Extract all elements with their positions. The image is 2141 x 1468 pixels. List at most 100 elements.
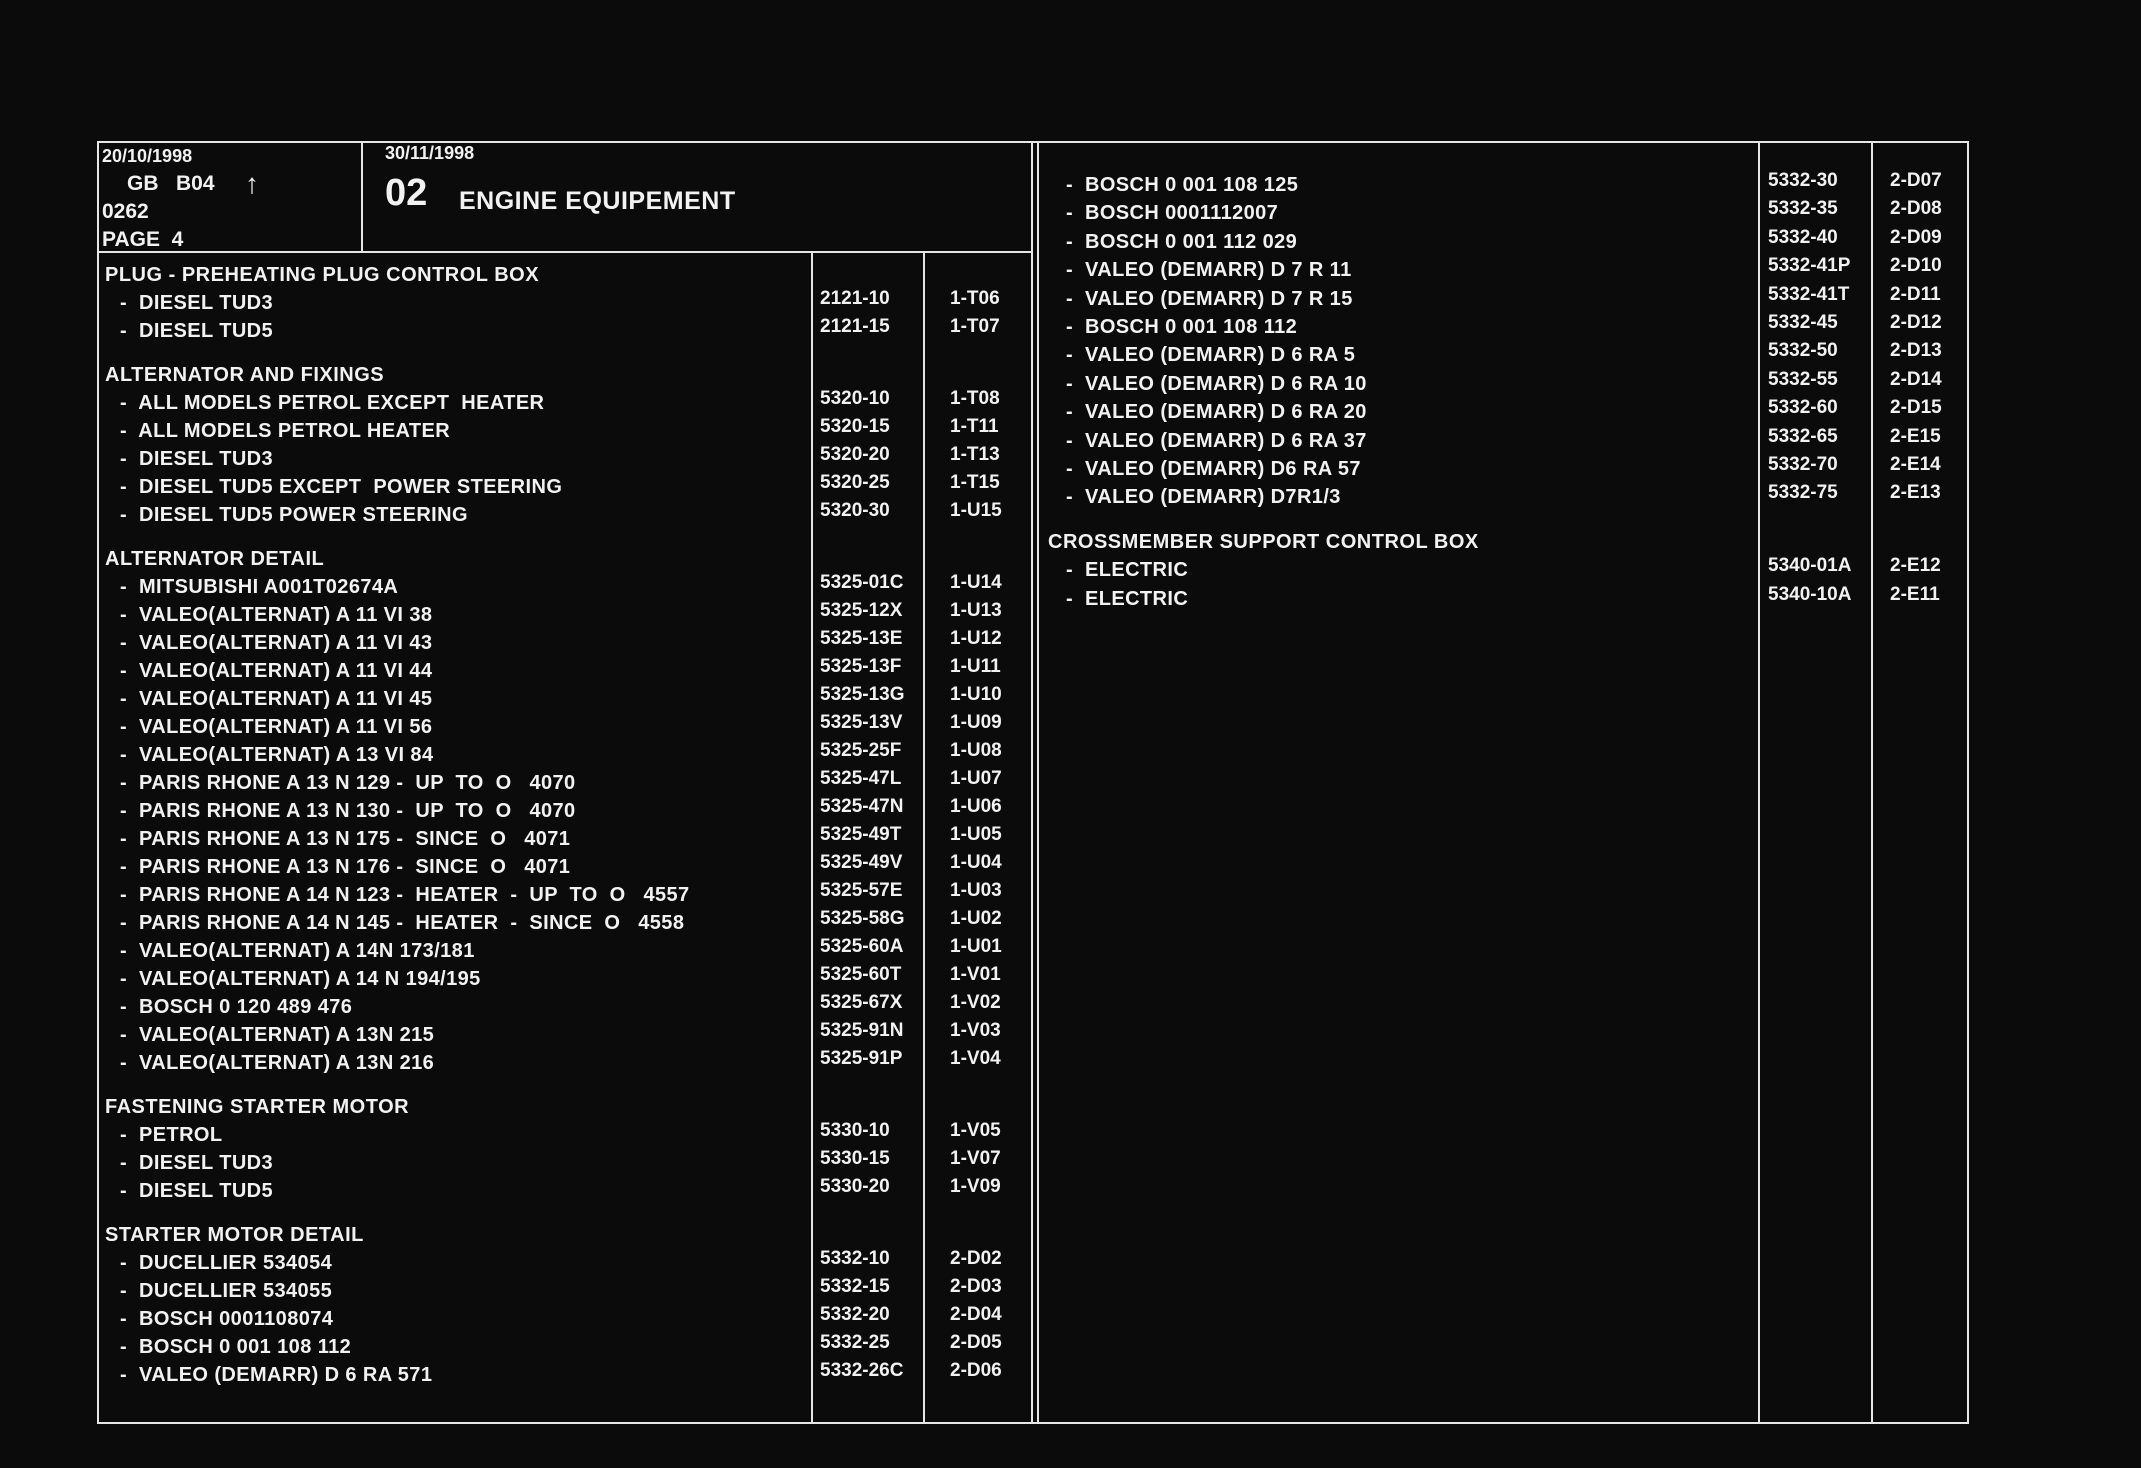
item-description: - PARIS RHONE A 13 N 175 - SINCE O 4071 xyxy=(120,828,571,850)
item-reference: 5325-13F xyxy=(820,656,902,677)
item-description: - BOSCH 0001112007 xyxy=(1066,202,1279,225)
header-page: PAGE 4 xyxy=(102,228,184,251)
item-description: - VALEO (DEMARR) D 6 RA 37 xyxy=(1066,429,1367,452)
item-description: - DIESEL TUD5 xyxy=(120,320,274,342)
header-divider xyxy=(97,251,1033,253)
item-page-code: 2-D13 xyxy=(1890,340,1942,362)
section-heading: ALTERNATOR DETAIL xyxy=(105,548,325,570)
item-description: - PARIS RHONE A 13 N 176 - SINCE O 4071 xyxy=(120,856,571,878)
item-reference: 5325-58G xyxy=(820,908,905,929)
item-description: - BOSCH 0 001 108 112 xyxy=(1066,316,1298,338)
item-page-code: 1-T06 xyxy=(950,288,1000,309)
item-page-code: 1-U05 xyxy=(950,824,1002,845)
item-page-code: 2-D11 xyxy=(1890,283,1941,305)
item-reference: 5332-41P xyxy=(1768,255,1851,277)
item-reference: 5330-20 xyxy=(820,1176,890,1197)
item-page-code: 1-U02 xyxy=(950,908,1002,929)
right-code-divider xyxy=(1871,141,1873,1424)
item-reference: 5325-49T xyxy=(820,824,902,845)
section-title: ENGINE EQUIPEMENT xyxy=(459,187,736,215)
item-reference: 5325-67X xyxy=(820,992,903,1013)
header-date-right: 30/11/1998 xyxy=(385,143,475,163)
item-page-code: 2-D07 xyxy=(1890,170,1942,191)
item-page-code: 1-U10 xyxy=(950,684,1002,705)
item-page-code: 2-D10 xyxy=(1890,255,1942,277)
item-reference: 5320-10 xyxy=(820,388,890,409)
item-page-code: 1-T08 xyxy=(950,388,1000,409)
item-description: - VALEO (DEMARR) D 6 RA 571 xyxy=(120,1364,433,1386)
item-reference: 5325-60T xyxy=(820,964,902,985)
item-description: - BOSCH 0 001 108 112 xyxy=(120,1336,352,1358)
section-heading: FASTENING STARTER MOTOR xyxy=(105,1096,410,1118)
item-description: - DUCELLIER 534055 xyxy=(120,1280,333,1302)
left-code-divider xyxy=(923,251,925,1424)
item-description: - DIESEL TUD3 xyxy=(120,448,274,470)
item-description: - BOSCH 0 001 112 029 xyxy=(1066,230,1298,253)
item-description: - VALEO(ALTERNAT) A 11 VI 56 xyxy=(120,716,433,738)
item-description: - ELECTRIC xyxy=(1066,587,1189,610)
item-page-code: 2-E12 xyxy=(1890,555,1941,577)
item-reference: 5332-25 xyxy=(820,1332,890,1353)
item-description: - BOSCH 0 001 108 125 xyxy=(1066,174,1299,196)
item-reference: 5320-15 xyxy=(820,416,890,437)
item-description: - VALEO (DEMARR) D 6 RA 5 xyxy=(1066,344,1356,367)
item-page-code: 1-U04 xyxy=(950,852,1002,873)
item-reference: 5332-40 xyxy=(1768,226,1838,248)
item-description: - PARIS RHONE A 13 N 130 - UP TO O 4070 xyxy=(120,800,576,822)
item-page-code: 1-U06 xyxy=(950,796,1002,817)
item-description: - PETROL xyxy=(120,1124,223,1146)
item-reference: 5325-47L xyxy=(820,768,902,789)
item-reference: 5325-49V xyxy=(820,852,903,873)
item-page-code: 2-D14 xyxy=(1890,368,1942,390)
item-reference: 5320-25 xyxy=(820,472,890,493)
item-page-code: 1-U03 xyxy=(950,880,1002,901)
item-reference: 5320-20 xyxy=(820,444,890,465)
item-reference: 2121-10 xyxy=(820,288,890,309)
item-reference: 5332-60 xyxy=(1768,397,1838,419)
item-reference: 5325-12X xyxy=(820,600,903,621)
item-reference: 5332-55 xyxy=(1768,368,1838,390)
header-date-left: 20/10/1998 xyxy=(102,146,193,166)
header-lang-line: GB B04 xyxy=(127,172,215,195)
item-page-code: 1-V02 xyxy=(950,992,1001,1013)
item-description: - VALEO(ALTERNAT) A 13N 216 xyxy=(120,1052,435,1074)
item-page-code: 1-T15 xyxy=(950,472,1000,493)
item-reference: 5332-65 xyxy=(1768,425,1838,447)
item-page-code: 1-T11 xyxy=(950,416,999,437)
item-page-code: 1-U09 xyxy=(950,712,1002,733)
item-reference: 5325-47N xyxy=(820,796,904,817)
item-reference: 5325-25F xyxy=(820,740,902,761)
item-page-code: 2-D09 xyxy=(1890,226,1942,248)
item-description: - VALEO (DEMARR) D 7 R 11 xyxy=(1066,259,1352,282)
item-description: - PARIS RHONE A 14 N 123 - HEATER - UP T… xyxy=(120,884,690,906)
item-description: - VALEO (DEMARR) D6 RA 57 xyxy=(1066,458,1361,480)
item-reference: 5325-57E xyxy=(820,880,903,901)
left-ref-divider xyxy=(811,251,813,1424)
item-page-code: 1-U01 xyxy=(950,936,1002,957)
item-page-code: 2-E11 xyxy=(1890,583,1940,605)
item-description: - BOSCH 0 120 489 476 xyxy=(120,996,353,1018)
item-page-code: 2-D04 xyxy=(950,1304,1002,1325)
item-description: - DIESEL TUD5 POWER STEERING xyxy=(120,504,468,526)
item-page-code: 1-U07 xyxy=(950,768,1002,789)
item-page-code: 1-U15 xyxy=(950,500,1002,521)
item-description: - VALEO (DEMARR) D 6 RA 20 xyxy=(1066,401,1367,424)
item-description: - PARIS RHONE A 13 N 129 - UP TO O 4070 xyxy=(120,772,576,794)
item-page-code: 1-V04 xyxy=(950,1048,1001,1069)
item-page-code: 1-V05 xyxy=(950,1120,1001,1141)
item-page-code: 2-E14 xyxy=(1890,454,1941,475)
item-page-code: 1-U13 xyxy=(950,600,1002,621)
item-description: - VALEO(ALTERNAT) A 14 N 194/195 xyxy=(120,968,481,990)
item-description: - VALEO (DEMARR) D 6 RA 10 xyxy=(1066,372,1367,395)
item-reference: 5332-30 xyxy=(1768,170,1838,191)
item-reference: 5332-50 xyxy=(1768,340,1838,362)
item-description: - VALEO(ALTERNAT) A 11 VI 45 xyxy=(120,688,433,710)
item-reference: 5320-30 xyxy=(820,500,890,521)
item-description: - VALEO(ALTERNAT) A 11 VI 44 xyxy=(120,660,433,682)
item-page-code: 2-E15 xyxy=(1890,425,1941,447)
item-page-code: 2-D05 xyxy=(950,1332,1002,1353)
item-page-code: 1-U08 xyxy=(950,740,1002,761)
item-page-code: 2-D15 xyxy=(1890,397,1942,419)
item-reference: 2121-15 xyxy=(820,316,890,337)
item-reference: 5330-10 xyxy=(820,1120,890,1141)
